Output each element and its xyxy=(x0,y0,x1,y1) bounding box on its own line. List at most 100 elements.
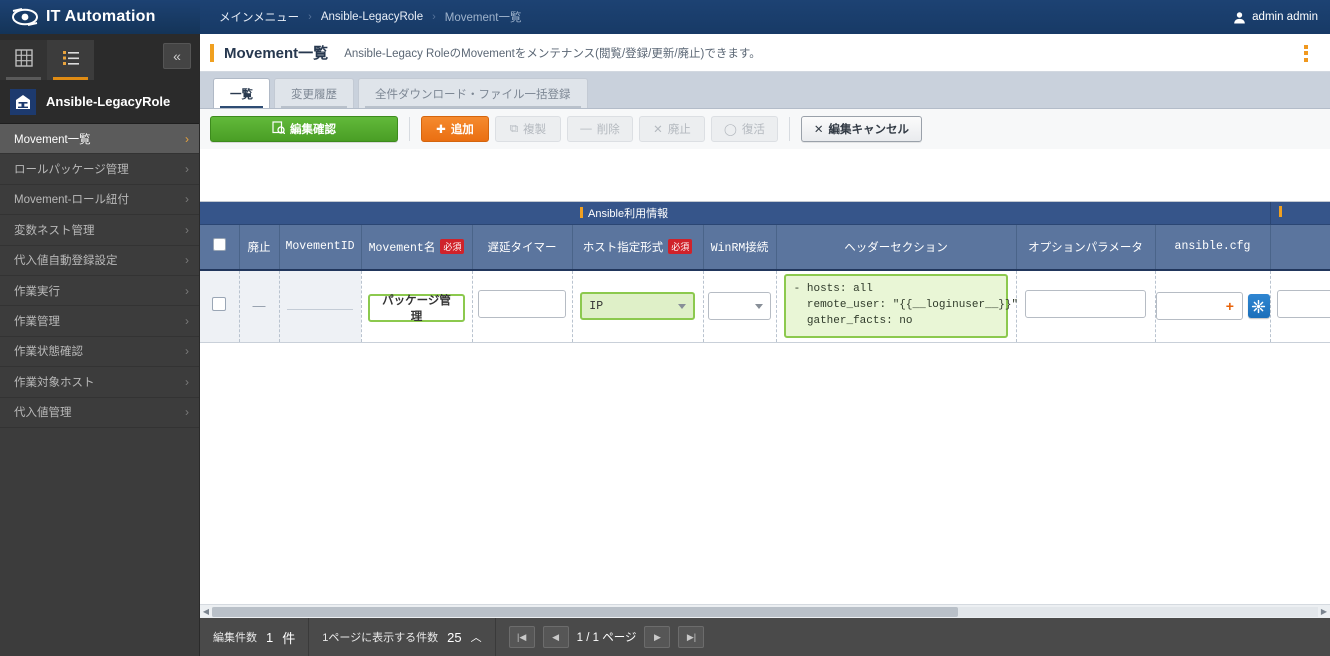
toolbar-divider xyxy=(788,117,790,141)
brand-area[interactable]: IT Automation xyxy=(0,0,200,34)
delay-timer-input[interactable] xyxy=(478,289,566,318)
scroll-left-arrow-icon[interactable]: ◀ xyxy=(200,607,212,616)
toolbar-divider xyxy=(409,117,410,141)
edit-count-value: 1 xyxy=(266,629,274,645)
edit-cancel-button[interactable]: ✕ 編集キャンセル xyxy=(800,116,923,142)
user-menu[interactable]: admin admin xyxy=(1233,11,1330,24)
pagination-prev-button[interactable]: ◀ xyxy=(542,626,569,648)
column-label: 遅延タイマー xyxy=(487,241,557,254)
column-header-movement-name[interactable]: Movement名 必須 xyxy=(361,224,473,271)
column-header-host-format[interactable]: ホスト指定形式 必須 xyxy=(572,224,704,271)
discard-button: ✕ 廃止 xyxy=(639,116,705,142)
option-param-input[interactable] xyxy=(1024,289,1147,318)
pagination-next-button[interactable]: ▶ xyxy=(644,626,671,648)
sidebar-item-label: ロールパッケージ管理 xyxy=(14,164,129,177)
dot xyxy=(1304,44,1308,49)
column-header-movement-id[interactable]: MovementID xyxy=(279,224,362,271)
host-format-value: IP xyxy=(589,299,604,313)
chevron-up-icon[interactable]: ︿ xyxy=(471,629,482,645)
cell-delay-timer[interactable] xyxy=(472,270,573,343)
scroll-thumb[interactable] xyxy=(212,606,958,617)
column-header-header-section[interactable]: ヘッダーセクション xyxy=(776,224,1017,271)
breadcrumb-item-1[interactable]: Ansible-LegacyRole xyxy=(321,11,423,23)
chevron-right-icon: › xyxy=(185,283,189,298)
tab-list[interactable]: 一覧 xyxy=(213,78,270,108)
column-header-winrm[interactable]: WinRM接続 xyxy=(703,224,777,271)
sidebar-tab-list-view[interactable] xyxy=(47,40,94,80)
sidebar-item-variable-nest[interactable]: 変数ネスト管理 › xyxy=(0,215,199,246)
sidebar-item-job-execute[interactable]: 作業実行 › xyxy=(0,275,199,307)
column-header-overflow xyxy=(1270,224,1330,271)
breadcrumb: メインメニュー › Ansible-LegacyRole › Movement一… xyxy=(200,9,521,25)
edit-cancel-label: 編集キャンセル xyxy=(828,124,910,136)
group-header-empty xyxy=(200,202,572,225)
sidebar-item-label: 変数ネスト管理 xyxy=(14,224,95,237)
table-row[interactable]: — パッケージ管理 IP - hosts: all remote_user: "… xyxy=(200,270,1330,343)
sidebar-item-movement-role-link[interactable]: Movement-ロール紐付 › xyxy=(0,184,199,216)
winrm-select[interactable] xyxy=(707,292,772,321)
user-name: admin admin xyxy=(1252,11,1318,23)
sidebar-item-target-host[interactable]: 作業対象ホスト › xyxy=(0,367,199,398)
sidebar-item-label: 代入値管理 xyxy=(14,407,72,420)
sidebar-tab-grid-view[interactable] xyxy=(0,40,47,80)
host-format-select[interactable]: IP xyxy=(580,292,695,321)
sidebar-tab-underline xyxy=(6,77,41,80)
cell-winrm[interactable] xyxy=(703,270,777,343)
cell-option-param[interactable] xyxy=(1016,270,1156,343)
settings-burst-icon[interactable] xyxy=(1247,294,1270,319)
restore-label: 復活 xyxy=(741,124,765,136)
sidebar-view-tabs: « xyxy=(0,34,199,80)
breadcrumb-separator: › xyxy=(308,11,312,23)
overflow-input[interactable] xyxy=(1277,289,1330,318)
movement-name-input[interactable]: パッケージ管理 xyxy=(368,293,465,323)
pagination-last-button[interactable]: ▶| xyxy=(678,626,705,648)
row-checkbox[interactable] xyxy=(212,296,227,311)
sidebar-item-role-package[interactable]: ロールパッケージ管理 › xyxy=(0,154,199,185)
sidebar-item-label: Movement-ロール紐付 xyxy=(14,194,130,207)
page-title: Movement一覧 xyxy=(224,45,329,62)
cell-select[interactable] xyxy=(200,270,240,343)
duplicate-label: 複製 xyxy=(523,124,547,136)
tab-change-history[interactable]: 変更履歴 xyxy=(274,78,354,108)
page-size-block[interactable]: 1ページに表示する件数 25 ︿ xyxy=(309,618,496,656)
sidebar-item-job-status[interactable]: 作業状態確認 › xyxy=(0,336,199,368)
column-header-select[interactable] xyxy=(200,224,240,271)
table-head: Ansible利用情報 廃止 MovementID Movement名 必須 遅… xyxy=(200,202,1330,271)
group-accent-bar xyxy=(1278,206,1282,218)
column-header-ansible-cfg[interactable]: ansible.cfg xyxy=(1155,224,1271,271)
column-header-option-param[interactable]: オプションパラメータ xyxy=(1016,224,1156,271)
restore-button: ◯ 復活 xyxy=(711,116,778,142)
main-content: Movement一覧 Ansible-Legacy RoleのMovementを… xyxy=(200,34,1330,656)
pagination-first-button[interactable]: |◀ xyxy=(508,626,535,648)
column-label: Movement名 xyxy=(368,241,436,255)
sidebar-item-job-manage[interactable]: 作業管理 › xyxy=(0,306,199,337)
edit-count-label: 編集件数 xyxy=(213,632,257,644)
tab-bulk-download-upload[interactable]: 全件ダウンロード・ファイル一括登録 xyxy=(358,78,588,108)
add-button[interactable]: ✚ 追加 xyxy=(421,116,489,142)
sidebar-collapse-button[interactable]: « xyxy=(163,43,191,69)
breadcrumb-item-0[interactable]: メインメニュー xyxy=(219,9,299,25)
column-header-delay-timer[interactable]: 遅延タイマー xyxy=(472,224,573,271)
ansible-cfg-add-input[interactable]: + xyxy=(1155,292,1243,321)
horizontal-scrollbar[interactable]: ◀ ▶ xyxy=(200,604,1330,618)
dot xyxy=(1304,51,1308,55)
sidebar-tab-underline xyxy=(53,77,88,80)
sidebar-item-movement-list[interactable]: Movement一覧 › xyxy=(0,124,199,155)
cell-movement-name[interactable]: パッケージ管理 xyxy=(361,270,473,343)
page-description: Ansible-Legacy RoleのMovementをメンテナンス(閲覧/登… xyxy=(344,47,761,60)
edit-confirm-button[interactable]: 編集確認 xyxy=(210,116,398,142)
cell-host-format[interactable]: IP xyxy=(572,270,704,343)
column-header-discard[interactable]: 廃止 xyxy=(239,224,280,271)
sidebar-item-substitution-value[interactable]: 代入値管理 › xyxy=(0,397,199,428)
cell-ansible-cfg[interactable]: + xyxy=(1155,270,1271,343)
scroll-track[interactable] xyxy=(212,606,1318,617)
cell-overflow[interactable] xyxy=(1270,270,1330,343)
sidebar-item-auto-register[interactable]: 代入値自動登録設定 › xyxy=(0,245,199,276)
page-size-value[interactable]: 25 xyxy=(447,630,461,645)
header-section-textarea[interactable]: - hosts: all remote_user: "{{__loginuser… xyxy=(783,274,1018,339)
select-all-checkbox[interactable] xyxy=(212,238,226,252)
cell-header-section[interactable]: - hosts: all remote_user: "{{__loginuser… xyxy=(776,270,1018,343)
delete-label: 削除 xyxy=(596,124,620,136)
vertical-dots-icon[interactable] xyxy=(1292,39,1320,67)
scroll-right-arrow-icon[interactable]: ▶ xyxy=(1318,607,1330,616)
